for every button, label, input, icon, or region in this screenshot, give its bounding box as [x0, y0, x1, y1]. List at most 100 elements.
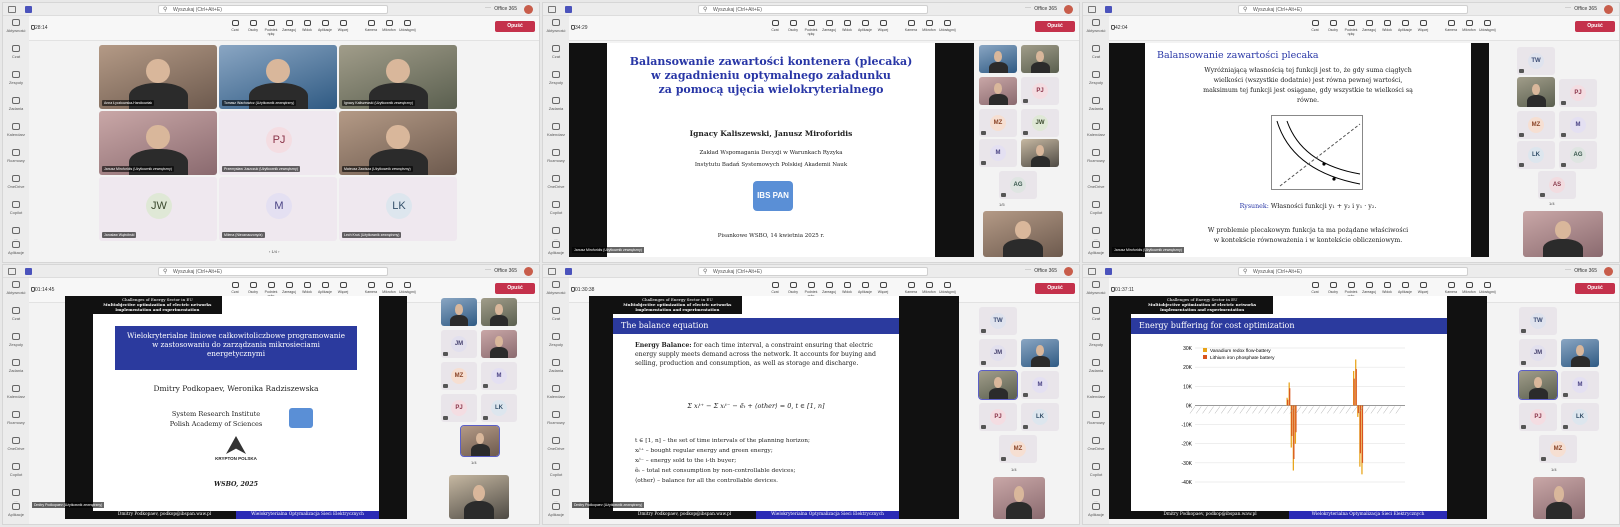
control-8[interactable]: Mikrofon — [381, 19, 397, 36]
control-5[interactable]: Aplikacje — [317, 19, 333, 36]
search-input[interactable]: Wyszukaj (Ctrl+Alt+E) — [158, 5, 388, 14]
search-input[interactable]: Wyszukaj (Ctrl+Alt+E) — [698, 267, 928, 276]
rail-item-4[interactable]: Kalendarz — [3, 382, 29, 408]
control-1[interactable]: Osoby — [1325, 19, 1341, 36]
rail-item-2[interactable]: Zespoły — [543, 330, 569, 356]
rail-item-4[interactable]: Kalendarz — [3, 120, 29, 146]
pager[interactable]: 1/4 — [1549, 201, 1555, 206]
control-2[interactable]: Podnieś rękę — [803, 19, 819, 36]
more-options-icon[interactable]: ··· — [485, 267, 491, 273]
rail-item-4[interactable]: Kalendarz — [543, 382, 569, 408]
rail-item-8[interactable]: ... — [3, 224, 29, 241]
pager[interactable]: 1/4 — [1011, 467, 1017, 472]
apps-grid-icon[interactable] — [1088, 268, 1096, 275]
rail-item-0[interactable]: Aktywność — [543, 16, 569, 42]
rail-item-3[interactable]: Zadania — [3, 94, 29, 120]
control-4[interactable]: Widok — [1379, 19, 1395, 36]
rail-item-4[interactable]: Kalendarz — [543, 120, 569, 146]
rail-item-9[interactable]: Aplikacje — [1083, 238, 1109, 262]
rail-item-3[interactable]: Zadania — [1083, 356, 1109, 382]
more-options-icon[interactable]: ··· — [485, 5, 491, 11]
search-input[interactable]: Wyszukaj (Ctrl+Alt+E) — [158, 267, 388, 276]
rail-item-2[interactable]: Zespoły — [3, 68, 29, 94]
rail-item-3[interactable]: Zadania — [543, 356, 569, 382]
rail-item-6[interactable]: OneDrive — [543, 172, 569, 198]
control-3[interactable]: Zareaguj — [821, 19, 837, 36]
rail-item-2[interactable]: Zespoły — [543, 68, 569, 94]
control-1[interactable]: Osoby — [245, 19, 261, 36]
leave-button[interactable]: Opuść — [495, 283, 535, 294]
control-5[interactable]: Aplikacje — [1397, 19, 1413, 36]
more-options-icon[interactable]: ··· — [1565, 5, 1571, 11]
more-options-icon[interactable]: ··· — [1025, 267, 1031, 273]
rail-item-1[interactable]: Czat — [1083, 304, 1109, 330]
control-4[interactable]: Widok — [839, 19, 855, 36]
rail-item-9[interactable]: Aplikacje — [3, 238, 29, 262]
apps-grid-icon[interactable] — [1088, 6, 1096, 13]
next-icon[interactable]: › — [277, 249, 279, 254]
rail-item-5[interactable]: Rozmowy — [3, 146, 29, 172]
rail-item-2[interactable]: Zespoły — [1083, 330, 1109, 356]
more-options-icon[interactable]: ··· — [1025, 5, 1031, 11]
rail-item-0[interactable]: Aktywność — [1083, 16, 1109, 42]
control-2[interactable]: Podnieś rękę — [263, 19, 279, 36]
rail-item-7[interactable]: Copilot — [1083, 460, 1109, 486]
control-9[interactable]: Udostępnij — [399, 19, 416, 36]
control-7[interactable]: Kamera — [903, 19, 919, 36]
control-8[interactable]: Mikrofon — [1461, 19, 1477, 36]
rail-item-0[interactable]: Aktywność — [1083, 278, 1109, 304]
rail-item-8[interactable]: ... — [543, 224, 569, 241]
control-4[interactable]: Widok — [299, 19, 315, 36]
user-avatar[interactable] — [1604, 5, 1613, 14]
control-8[interactable]: Mikrofon — [921, 19, 937, 36]
rail-item-3[interactable]: Zadania — [543, 94, 569, 120]
pager[interactable]: 1/4 — [1551, 467, 1557, 472]
control-6[interactable]: Więcej — [335, 19, 351, 36]
rail-item-9[interactable]: Aplikacje — [3, 500, 29, 524]
rail-item-7[interactable]: Copilot — [543, 198, 569, 224]
rail-item-6[interactable]: OneDrive — [1083, 172, 1109, 198]
rail-item-8[interactable]: ... — [3, 486, 29, 503]
rail-item-1[interactable]: Czat — [543, 304, 569, 330]
apps-grid-icon[interactable] — [8, 268, 16, 275]
rail-item-5[interactable]: Rozmowy — [3, 408, 29, 434]
rail-item-6[interactable]: OneDrive — [543, 434, 569, 460]
rail-item-4[interactable]: Kalendarz — [1083, 120, 1109, 146]
control-0[interactable]: Czat — [1307, 19, 1323, 36]
user-avatar[interactable] — [1064, 267, 1073, 276]
apps-grid-icon[interactable] — [548, 268, 556, 275]
apps-grid-icon[interactable] — [8, 6, 16, 13]
search-input[interactable]: Wyszukaj (Ctrl+Alt+E) — [1238, 5, 1468, 14]
search-input[interactable]: Wyszukaj (Ctrl+Alt+E) — [1238, 267, 1468, 276]
user-avatar[interactable] — [1604, 267, 1613, 276]
rail-item-1[interactable]: Czat — [1083, 42, 1109, 68]
control-0[interactable]: Czat — [227, 19, 243, 36]
control-3[interactable]: Zareaguj — [1361, 19, 1377, 36]
rail-item-1[interactable]: Czat — [3, 42, 29, 68]
control-2[interactable]: Podnieś rękę — [1343, 19, 1359, 36]
rail-item-7[interactable]: Copilot — [3, 198, 29, 224]
user-avatar[interactable] — [524, 5, 533, 14]
rail-item-5[interactable]: Rozmowy — [543, 408, 569, 434]
rail-item-4[interactable]: Kalendarz — [1083, 382, 1109, 408]
leave-button[interactable]: Opuść — [495, 21, 535, 32]
rail-item-1[interactable]: Czat — [3, 304, 29, 330]
rail-item-2[interactable]: Zespoły — [3, 330, 29, 356]
rail-item-5[interactable]: Rozmowy — [1083, 408, 1109, 434]
leave-button[interactable]: Opuść — [1575, 283, 1615, 294]
control-6[interactable]: Więcej — [1415, 19, 1431, 36]
leave-button[interactable]: Opuść — [1035, 283, 1075, 294]
control-3[interactable]: Zareaguj — [281, 19, 297, 36]
pager[interactable]: 1/4 — [471, 460, 477, 465]
control-0[interactable]: Czat — [767, 19, 783, 36]
rail-item-8[interactable]: ... — [1083, 486, 1109, 503]
rail-item-5[interactable]: Rozmowy — [543, 146, 569, 172]
pager[interactable]: ‹ 1/4 › — [269, 249, 279, 254]
control-7[interactable]: Kamera — [363, 19, 379, 36]
rail-item-6[interactable]: OneDrive — [3, 172, 29, 198]
rail-item-9[interactable]: Aplikacje — [543, 500, 569, 524]
rail-item-9[interactable]: Aplikacje — [1083, 500, 1109, 524]
rail-item-0[interactable]: Aktywność — [3, 278, 29, 304]
rail-item-8[interactable]: ... — [543, 486, 569, 503]
control-7[interactable]: Kamera — [1443, 19, 1459, 36]
